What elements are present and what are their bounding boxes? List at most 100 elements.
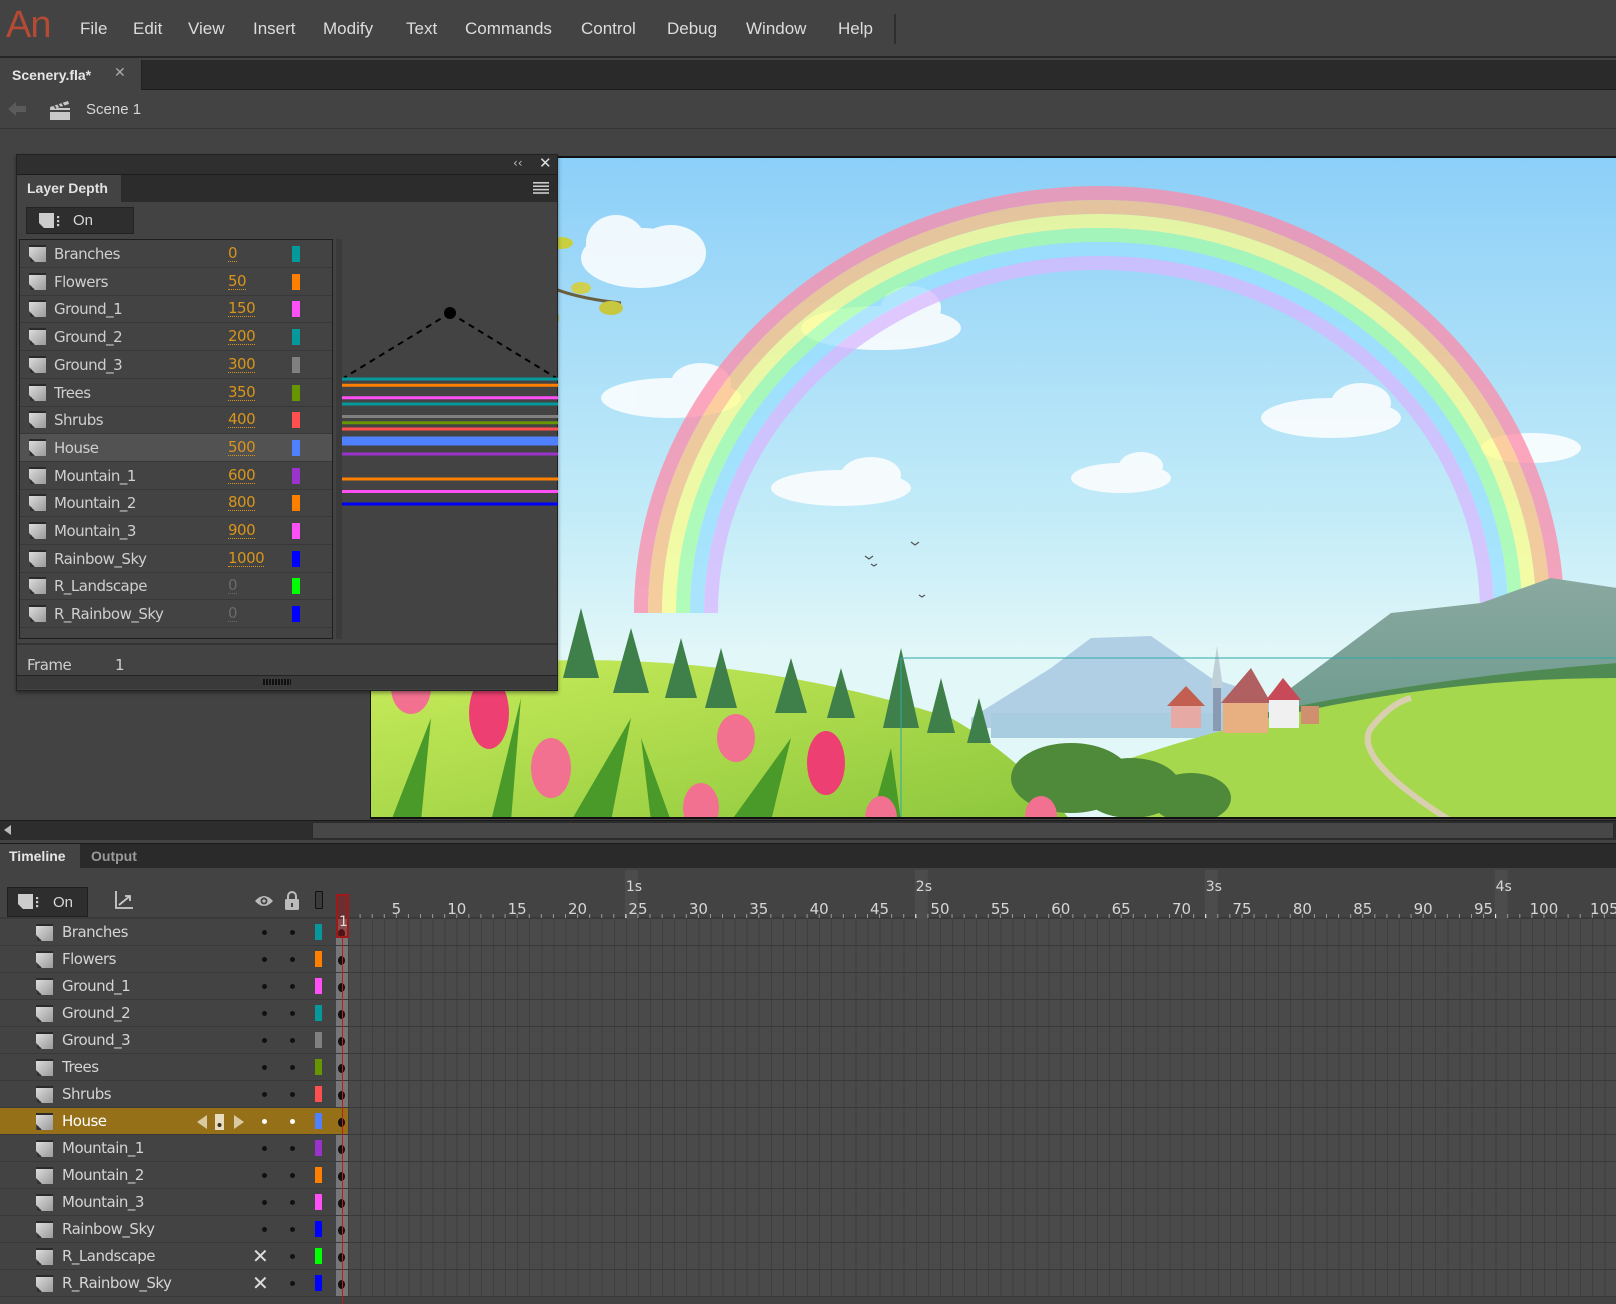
layer-name[interactable]: Mountain_2	[62, 1166, 144, 1184]
layer-header[interactable]: Shrubs	[0, 1081, 336, 1107]
depth-line-mountain_2[interactable]	[342, 477, 558, 481]
layer-header[interactable]: Mountain_3	[0, 1189, 336, 1215]
depth-line-mountain_3[interactable]	[342, 490, 558, 493]
menu-edit[interactable]: Edit	[133, 19, 162, 39]
layer-header[interactable]: Mountain_1	[0, 1135, 336, 1161]
timeline-layer-row[interactable]: Mountain_1	[0, 1135, 1616, 1162]
menu-help[interactable]: Help	[838, 19, 873, 39]
stage-horizontal-scrollbar[interactable]	[0, 820, 1616, 840]
layer-depth-value[interactable]: 300	[228, 356, 256, 373]
close-icon[interactable]: ✕	[114, 65, 126, 81]
layer-depth-row[interactable]: Ground_3 300	[20, 351, 332, 379]
timeline-layer-row[interactable]: Mountain_3	[0, 1189, 1616, 1216]
layer-depth-row[interactable]: Branches 0	[20, 240, 332, 268]
frame-cells[interactable]	[348, 1081, 1616, 1107]
depth-line-ground_2[interactable]	[342, 402, 558, 406]
layer-depth-row[interactable]: Mountain_2 800	[20, 489, 332, 518]
lock-toggle[interactable]	[290, 1227, 295, 1232]
visibility-toggle[interactable]	[262, 1011, 267, 1016]
lock-toggle[interactable]	[290, 984, 295, 989]
visibility-toggle[interactable]	[262, 1119, 267, 1124]
layer-depth-value[interactable]: 0	[228, 577, 238, 595]
visibility-toggle[interactable]	[262, 1038, 267, 1043]
layer-depth-value[interactable]: 0	[228, 245, 238, 262]
lock-toggle[interactable]	[290, 1119, 295, 1124]
frame-cells[interactable]	[348, 1243, 1616, 1269]
layer-depth-row[interactable]: Trees 350	[20, 379, 332, 407]
hidden-x-icon[interactable]: ✕	[252, 1246, 269, 1266]
scrollbar-thumb[interactable]	[312, 822, 1614, 839]
visibility-toggle[interactable]	[262, 1200, 267, 1205]
scroll-left-arrow-icon[interactable]	[4, 825, 11, 835]
layer-depth-row[interactable]: Ground_1 150	[20, 295, 332, 324]
depth-line-shrubs[interactable]	[342, 427, 558, 431]
layer-header[interactable]: Trees	[0, 1054, 336, 1080]
layer-header[interactable]: Ground_2	[0, 1000, 336, 1026]
layer-header[interactable]: Mountain_2	[0, 1162, 336, 1188]
layer-header[interactable]: House	[0, 1108, 336, 1134]
lock-toggle[interactable]	[290, 1281, 295, 1286]
layer-name[interactable]: Mountain_3	[62, 1193, 144, 1211]
layer-color-swatch[interactable]	[315, 1140, 322, 1156]
camera-position-point[interactable]	[444, 307, 456, 319]
frame-cells[interactable]	[348, 1135, 1616, 1161]
layer-color-swatch[interactable]	[315, 1005, 322, 1021]
timeline-layer-row[interactable]: Flowers	[0, 946, 1616, 973]
lock-toggle[interactable]	[290, 930, 295, 935]
layer-name[interactable]: Ground_2	[62, 1004, 131, 1022]
frame-cells[interactable]	[348, 1108, 1616, 1134]
frame-cells[interactable]	[348, 919, 1616, 945]
layer-depth-row[interactable]: R_Landscape 0	[20, 572, 332, 601]
layer-depth-row[interactable]: Mountain_3 900	[20, 517, 332, 545]
visibility-toggle[interactable]	[262, 1173, 267, 1178]
layer-depth-value[interactable]: 350	[228, 384, 256, 401]
depth-line-mountain_1[interactable]	[342, 452, 558, 456]
visibility-toggle[interactable]	[262, 930, 267, 935]
layer-depth-row[interactable]: R_Rainbow_Sky 0	[20, 600, 332, 629]
layer-depth-row[interactable]: House 500	[20, 433, 332, 462]
layer-depth-row[interactable]: Flowers 50	[20, 268, 332, 296]
timeline-layer-row[interactable]: Branches	[0, 919, 1616, 946]
document-tab[interactable]: Scenery.fla* ✕	[0, 60, 142, 90]
timeline-layer-row[interactable]: Ground_2	[0, 1000, 1616, 1027]
layer-name[interactable]: Branches	[62, 923, 128, 941]
layer-color-swatch[interactable]	[315, 1194, 322, 1210]
layer-color-swatch[interactable]	[315, 1248, 322, 1264]
visibility-toggle[interactable]	[262, 1092, 267, 1097]
timeline-layer-row[interactable]: R_Landscape ✕	[0, 1243, 1616, 1270]
depth-line-branches[interactable]	[342, 377, 558, 381]
layer-name[interactable]: Ground_3	[62, 1031, 131, 1049]
menu-insert[interactable]: Insert	[253, 19, 296, 39]
depth-nudge-controls[interactable]	[196, 1114, 248, 1130]
menu-window[interactable]: Window	[746, 19, 806, 39]
menu-debug[interactable]: Debug	[667, 19, 717, 39]
layer-depth-toggle-button[interactable]: On	[26, 207, 134, 234]
layer-depth-value[interactable]: 400	[228, 411, 256, 429]
frame-cells[interactable]	[348, 1054, 1616, 1080]
frame-cells[interactable]	[348, 946, 1616, 972]
layer-color-swatch[interactable]	[315, 924, 322, 940]
layer-depth-row[interactable]: Ground_2 200	[20, 323, 332, 352]
layer-name[interactable]: Rainbow_Sky	[62, 1220, 155, 1238]
layer-depth-value[interactable]: 500	[228, 439, 256, 456]
menu-file[interactable]: File	[80, 19, 107, 39]
lock-icon[interactable]	[284, 890, 300, 910]
layer-depth-value[interactable]: 900	[228, 522, 256, 539]
layer-header[interactable]: Ground_3	[0, 1027, 336, 1053]
depth-line-trees[interactable]	[342, 421, 558, 425]
layer-depth-value[interactable]: 600	[228, 467, 256, 484]
lock-toggle[interactable]	[290, 1173, 295, 1178]
frame-cells[interactable]	[348, 1162, 1616, 1188]
lock-toggle[interactable]	[290, 1065, 295, 1070]
timeline-layer-row[interactable]: House	[0, 1108, 1616, 1135]
frame-cells[interactable]	[348, 1027, 1616, 1053]
menu-view[interactable]: View	[188, 19, 225, 39]
layer-color-swatch[interactable]	[315, 1275, 322, 1291]
visibility-toggle[interactable]	[262, 1146, 267, 1151]
outline-icon[interactable]	[315, 891, 323, 909]
tab-layer-depth[interactable]: Layer Depth	[17, 175, 121, 202]
timeline-layer-row[interactable]: Rainbow_Sky	[0, 1216, 1616, 1243]
lock-toggle[interactable]	[290, 1092, 295, 1097]
frame-cells[interactable]	[348, 1189, 1616, 1215]
hidden-x-icon[interactable]: ✕	[252, 1273, 269, 1293]
